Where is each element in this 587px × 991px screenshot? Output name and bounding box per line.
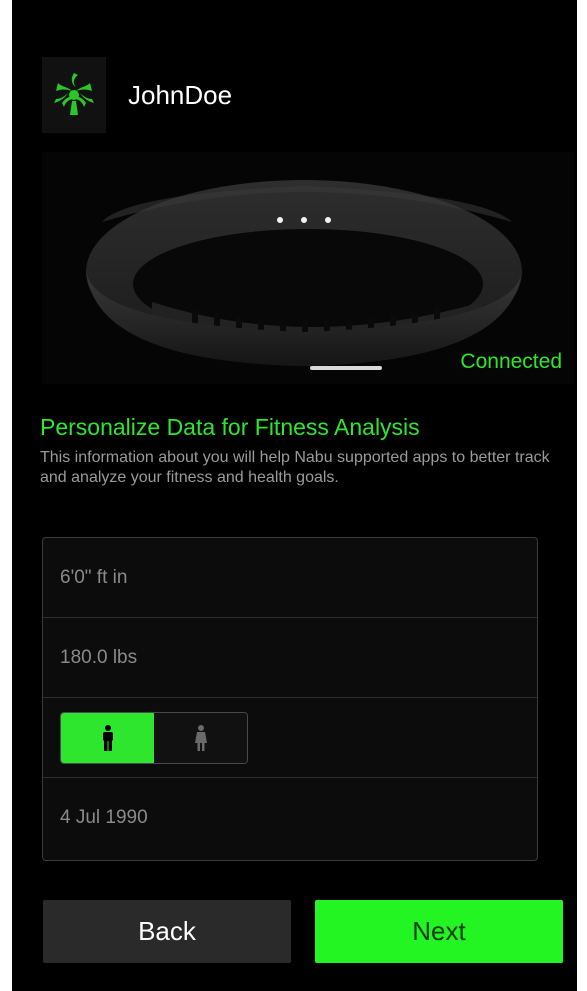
male-icon	[102, 724, 113, 751]
gender-row	[43, 698, 537, 778]
app-screen: JohnDoe Connected Personalize Data for F…	[12, 0, 577, 991]
personalize-title: Personalize Data for Fitness Analysis	[40, 414, 420, 440]
weight-field[interactable]: 180.0 lbs	[43, 618, 537, 698]
female-option[interactable]	[154, 712, 247, 763]
profile-header: JohnDoe	[42, 55, 232, 135]
next-button[interactable]: Next	[315, 900, 563, 963]
birthdate-field[interactable]: 4 Jul 1990	[43, 778, 537, 858]
weight-value: 180.0 lbs	[60, 646, 138, 668]
male-option[interactable]	[61, 712, 154, 763]
personalize-description: This information about you will help Nab…	[40, 449, 550, 486]
height-value: 6'0" ft in	[60, 566, 128, 588]
connection-status: Connected	[460, 350, 562, 373]
fitness-profile-form: 6'0" ft in 180.0 lbs 4 Jul 1990	[42, 537, 538, 861]
back-button[interactable]: Back	[43, 900, 291, 963]
height-field[interactable]: 6'0" ft in	[43, 538, 537, 618]
razer-logo-icon	[42, 57, 106, 133]
username: JohnDoe	[128, 79, 233, 110]
device-panel: Connected	[42, 152, 574, 384]
gender-toggle[interactable]	[60, 711, 248, 764]
birthdate-value: 4 Jul 1990	[60, 807, 148, 828]
female-icon	[194, 724, 207, 751]
